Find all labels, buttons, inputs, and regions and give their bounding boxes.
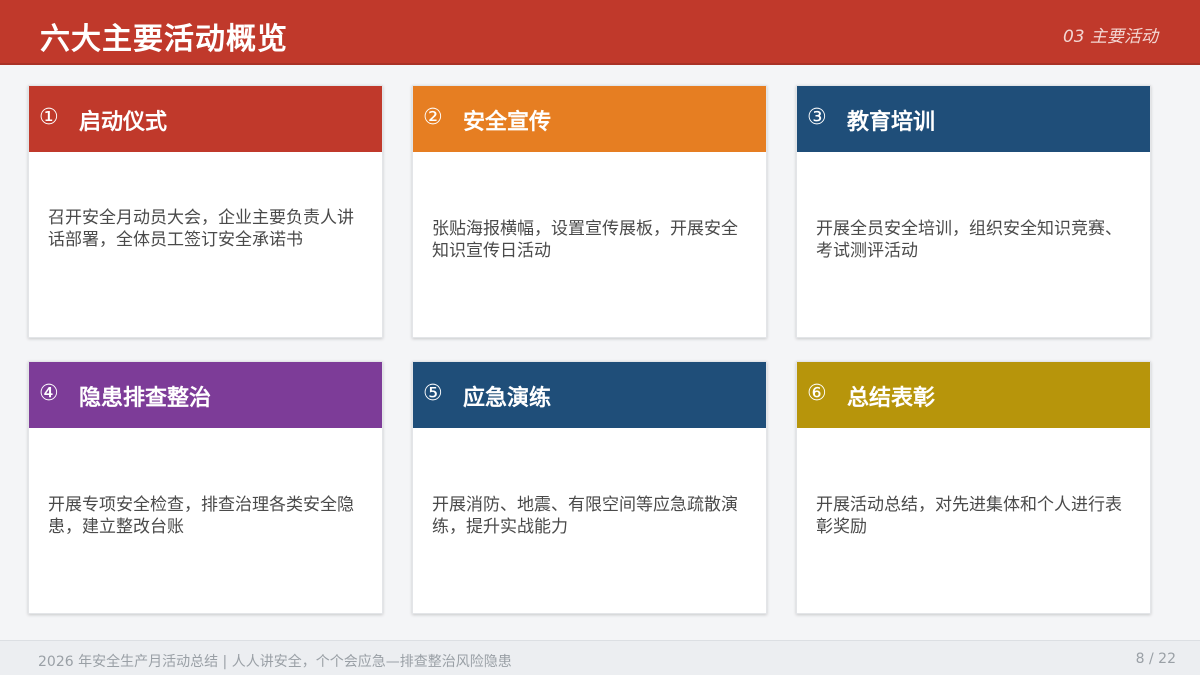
page-title: 六大主要活动概览 bbox=[40, 22, 288, 57]
activity-card-5: ⑤ 应急演练 开展消防、地震、有限空间等应急疏散演练，提升实战能力 bbox=[412, 361, 767, 614]
card-header: ① 启动仪式 bbox=[29, 86, 382, 152]
card-description: 召开安全月动员大会，企业主要负责人讲话部署，全体员工签订安全承诺书 bbox=[48, 208, 354, 250]
section-label: 03 主要活动 bbox=[1062, 27, 1158, 47]
footer-caption: 2026 年安全生产月活动总结 | 人人讲安全，个个会应急—排查整治风险隐患 bbox=[38, 654, 512, 670]
footer-bar: 2026 年安全生产月活动总结 | 人人讲安全，个个会应急—排查整治风险隐患 8… bbox=[0, 640, 1200, 675]
card-number: ⑤ bbox=[423, 381, 443, 406]
card-header: ② 安全宣传 bbox=[413, 86, 766, 152]
activity-card-3: ③ 教育培训 开展全员安全培训，组织安全知识竞赛、考试测评活动 bbox=[796, 85, 1151, 338]
card-title: 隐患排查整治 bbox=[79, 386, 212, 411]
activity-card-4: ④ 隐患排查整治 开展专项安全检查，排查治理各类安全隐患，建立整改台账 bbox=[28, 361, 383, 614]
card-title: 安全宣传 bbox=[463, 110, 552, 135]
card-title: 应急演练 bbox=[463, 386, 552, 411]
title-bar: 六大主要活动概览 03 主要活动 bbox=[0, 0, 1200, 65]
card-number: ② bbox=[423, 105, 443, 130]
card-title: 总结表彰 bbox=[847, 386, 936, 411]
card-header: ⑥ 总结表彰 bbox=[797, 362, 1150, 428]
card-number: ⑥ bbox=[807, 381, 827, 406]
card-description: 张贴海报横幅，设置宣传展板，开展安全知识宣传日活动 bbox=[432, 219, 738, 261]
activity-card-2: ② 安全宣传 张贴海报横幅，设置宣传展板，开展安全知识宣传日活动 bbox=[412, 85, 767, 338]
card-number: ④ bbox=[39, 381, 59, 406]
card-number: ① bbox=[39, 105, 59, 130]
card-header: ④ 隐患排查整治 bbox=[29, 362, 382, 428]
card-header: ⑤ 应急演练 bbox=[413, 362, 766, 428]
card-description: 开展活动总结，对先进集体和个人进行表彰奖励 bbox=[816, 495, 1122, 537]
card-number: ③ bbox=[807, 105, 827, 130]
card-title: 启动仪式 bbox=[79, 110, 168, 135]
card-description: 开展专项安全检查，排查治理各类安全隐患，建立整改台账 bbox=[48, 495, 354, 537]
page-number: 8 / 22 bbox=[1135, 651, 1176, 667]
activity-card-1: ① 启动仪式 召开安全月动员大会，企业主要负责人讲话部署，全体员工签订安全承诺书 bbox=[28, 85, 383, 338]
card-description: 开展全员安全培训，组织安全知识竞赛、考试测评活动 bbox=[816, 219, 1122, 261]
card-title: 教育培训 bbox=[847, 110, 936, 135]
card-description: 开展消防、地震、有限空间等应急疏散演练，提升实战能力 bbox=[432, 495, 738, 537]
activity-card-6: ⑥ 总结表彰 开展活动总结，对先进集体和个人进行表彰奖励 bbox=[796, 361, 1151, 614]
card-header: ③ 教育培训 bbox=[797, 86, 1150, 152]
